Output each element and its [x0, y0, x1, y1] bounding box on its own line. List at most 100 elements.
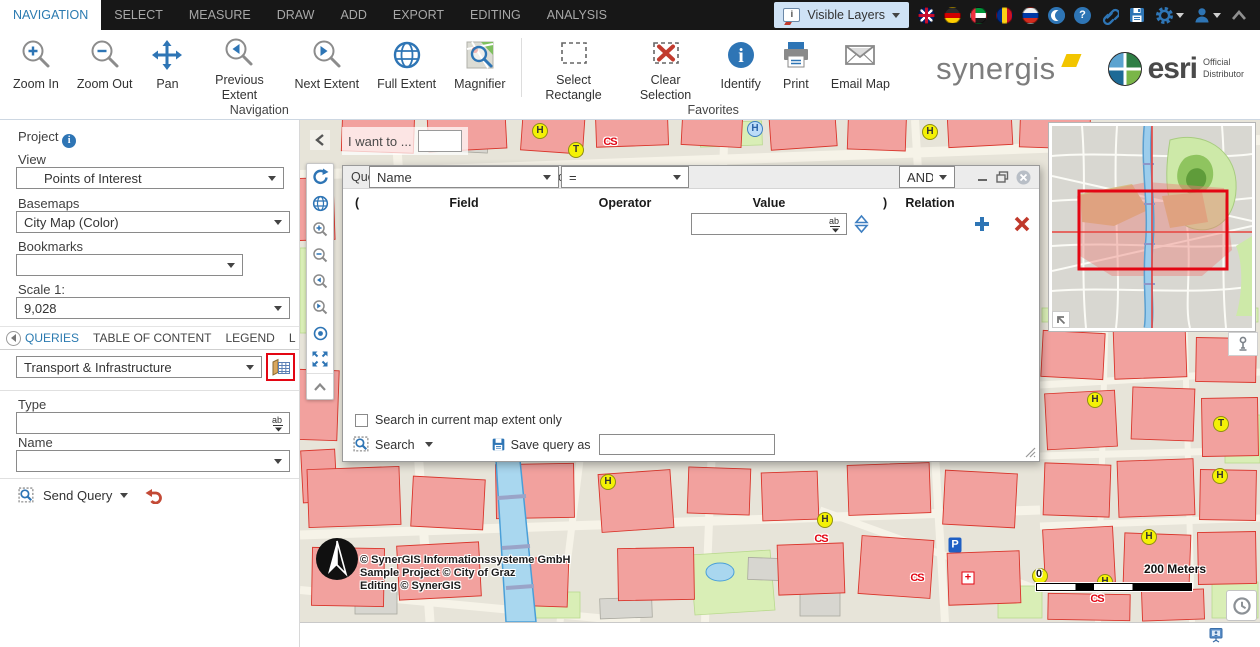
history-button[interactable]	[1226, 590, 1257, 621]
previous-extent-button[interactable]: Previous Extent	[193, 30, 285, 101]
user-icon	[1193, 6, 1211, 24]
map-extent-checkbox[interactable]	[355, 414, 368, 427]
select-rectangle-button[interactable]: Select Rectangle	[528, 30, 620, 101]
map-symbol: P	[949, 538, 962, 553]
synergis-slash-icon	[1061, 54, 1081, 67]
operator-select[interactable]: =	[561, 166, 689, 188]
menu-tab-export[interactable]: EXPORT	[380, 0, 457, 30]
minimize-button[interactable]	[977, 171, 989, 183]
overview-pin-button[interactable]	[1228, 332, 1258, 356]
remove-condition-button[interactable]	[1013, 215, 1031, 233]
pan-button[interactable]: Pan	[141, 30, 193, 101]
map-symbol: H	[600, 474, 616, 490]
zoom-in-button[interactable]: Zoom In	[4, 30, 68, 101]
language-flag-arabic[interactable]	[970, 7, 987, 24]
menu-tab-draw[interactable]: DRAW	[264, 0, 328, 30]
menu-tab-navigation[interactable]: NAVIGATION	[0, 0, 101, 30]
magnifier-button[interactable]: Magnifier	[445, 30, 514, 101]
main-menubar: NAVIGATION SELECT MEASURE DRAW ADD EXPOR…	[0, 0, 1260, 30]
col-operator: Operator	[561, 196, 689, 210]
menu-tab-analysis[interactable]: ANALYSIS	[534, 0, 620, 30]
refresh-map-button[interactable]	[307, 164, 333, 190]
menu-tab-select[interactable]: SELECT	[101, 0, 176, 30]
add-condition-button[interactable]	[973, 215, 991, 233]
bookmarks-select[interactable]	[16, 254, 243, 276]
search-dropdown[interactable]	[425, 442, 433, 447]
overview-map[interactable]	[1048, 122, 1256, 332]
crescent-icon[interactable]	[1048, 7, 1065, 24]
open-querybuilder-button[interactable]	[266, 353, 295, 381]
next-extent-button[interactable]: Next Extent	[285, 30, 368, 101]
language-flag-russian[interactable]	[1022, 7, 1039, 24]
view-select[interactable]: Points of Interest	[16, 167, 284, 189]
tab-legend[interactable]: LEGEND	[225, 331, 274, 345]
presentation-screen-icon	[1208, 627, 1224, 643]
map-attribution: © SynerGIS Informationssysteme GmbH Samp…	[360, 554, 570, 593]
save-query-input[interactable]	[599, 434, 775, 455]
language-flag-german[interactable]	[944, 7, 961, 24]
zoom-out-button[interactable]: Zoom Out	[68, 30, 142, 101]
clear-selection-button[interactable]: Clear Selection	[620, 30, 712, 101]
toolbar-scroll-up-button[interactable]	[307, 373, 333, 399]
name-select[interactable]	[16, 450, 290, 472]
restore-button[interactable]	[996, 171, 1009, 183]
query-theme-select[interactable]: Transport & Infrastructure	[16, 356, 262, 378]
expand-extent-button[interactable]	[307, 346, 333, 372]
tab-truncated[interactable]: L	[289, 331, 296, 345]
share-link-icon[interactable]	[1100, 6, 1119, 25]
language-flag-romanian[interactable]	[996, 7, 1013, 24]
full-extent-button[interactable]: Full Extent	[368, 30, 445, 101]
zoom-out-small-button[interactable]	[307, 242, 333, 268]
zoom-in-small-button[interactable]	[307, 216, 333, 242]
col-close-paren: )	[883, 196, 887, 210]
clock-icon	[1232, 596, 1252, 616]
visible-layers-button[interactable]: i Visible Layers	[774, 2, 909, 28]
language-flag-english[interactable]	[918, 7, 935, 24]
value-field[interactable]: ab	[691, 213, 847, 235]
save-session-icon[interactable]	[1128, 6, 1146, 24]
col-field: Field	[369, 196, 559, 210]
project-info-icon[interactable]: i	[62, 134, 76, 148]
scale-select[interactable]: 9,028	[16, 297, 290, 319]
i-want-to-input[interactable]	[418, 130, 462, 152]
dialog-resize-handle[interactable]	[1025, 447, 1036, 458]
search-button[interactable]: Search	[375, 438, 415, 452]
user-menu-button[interactable]	[1193, 6, 1221, 24]
send-query-button[interactable]: Send Query	[18, 486, 163, 504]
tab-table-of-content[interactable]: TABLE OF CONTENT	[93, 331, 211, 345]
overview-resize-button[interactable]	[1052, 311, 1070, 328]
field-select[interactable]: Name	[369, 166, 559, 188]
status-strip	[300, 622, 1260, 647]
close-button[interactable]	[1016, 170, 1031, 185]
map-symbol: H	[817, 512, 833, 528]
help-icon[interactable]: ?	[1074, 7, 1091, 24]
collapse-sidebar-button[interactable]	[310, 130, 330, 150]
screen-share-button[interactable]	[1208, 627, 1224, 647]
esri-globe-icon	[1108, 52, 1142, 86]
collapse-toolbar-button[interactable]	[1230, 8, 1248, 22]
type-input[interactable]	[21, 416, 272, 431]
email-map-button[interactable]: Email Map	[822, 30, 899, 101]
previous-extent-small-button[interactable]	[307, 268, 333, 294]
send-query-dropdown[interactable]	[120, 493, 128, 498]
identify-button[interactable]: i Identify	[712, 30, 770, 101]
value-picker-toggle-icon[interactable]	[853, 214, 870, 234]
reset-query-icon[interactable]	[144, 486, 163, 504]
tab-queries[interactable]: QUERIES	[25, 331, 79, 345]
relation-select[interactable]: AND	[899, 166, 955, 188]
send-query-icon	[18, 487, 35, 504]
center-map-button[interactable]	[307, 320, 333, 346]
menu-tab-editing[interactable]: EDITING	[457, 0, 534, 30]
type-autocomplete-field[interactable]: ab	[16, 412, 290, 434]
basemaps-select[interactable]: City Map (Color)	[16, 211, 290, 233]
map-viewport[interactable]: HTCSHHHHCSCSP+THCSHTHH I want to ... Que…	[300, 120, 1260, 622]
gear-icon	[1155, 6, 1174, 25]
settings-button[interactable]	[1155, 6, 1184, 25]
tab-scroll-left-button[interactable]	[6, 331, 21, 346]
menu-tab-add[interactable]: ADD	[327, 0, 379, 30]
value-input[interactable]	[696, 217, 829, 232]
full-extent-small-button[interactable]	[307, 190, 333, 216]
menu-tab-measure[interactable]: MEASURE	[176, 0, 264, 30]
print-button[interactable]: Print	[770, 30, 822, 101]
next-extent-small-button[interactable]	[307, 294, 333, 320]
